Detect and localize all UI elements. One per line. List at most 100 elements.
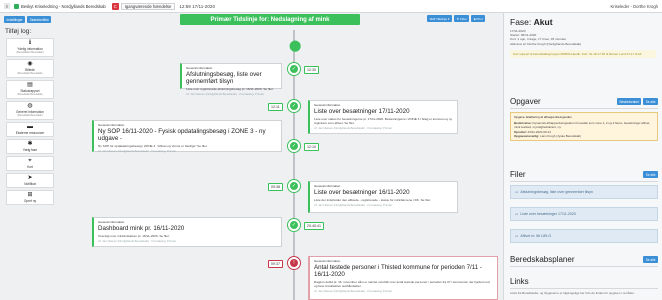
tool-label: Notifikat <box>24 182 36 186</box>
divider <box>510 108 658 109</box>
links-section: Links Links fra Beredskabs- og Opgaverne… <box>510 277 658 295</box>
timeline-entry[interactable]: General information Afslutningsbesøg, li… <box>180 63 282 96</box>
plans-see-all-button[interactable]: Se alle <box>643 256 658 263</box>
files-see-all-button[interactable]: Se alle <box>643 171 658 178</box>
filter-button[interactable]: ▼ Filter <box>453 15 470 22</box>
entry-time: 20:40:41 <box>304 222 324 230</box>
file-item[interactable]: ▭ Liste over besætninger 17/11-2020 <box>510 207 658 221</box>
timeline-node[interactable]: ✓ <box>288 63 300 75</box>
links-text: Links fra Beredskabs- og Opgaverne er ti… <box>510 291 635 295</box>
entry-body: Oversigt over minkindsatsen pr. 16/11-20… <box>98 234 170 238</box>
task-owner: Opgaveansvarlig: Liam Krogh (Jyske Bered… <box>514 133 582 138</box>
entry-meta: Af: Jan Nielsen (Nordjyllands Beredskab)… <box>98 239 177 244</box>
entry-category: General information <box>314 184 341 188</box>
tool-statusrapport[interactable]: ▤ Statusrapport (Beredskab Beredskab) <box>6 80 54 99</box>
entry-body: Liste over status for besætningerne pr. … <box>314 117 453 126</box>
tool-billede[interactable]: ◉ Billede (Beredskab Beredskab) <box>6 59 54 78</box>
tasks-message-button[interactable]: Beskedsraket <box>616 98 642 105</box>
tool-opret-ny[interactable]: ⊞ Opret ny <box>6 190 54 205</box>
entry-title: Liste over besætninger 16/11-2020 <box>314 189 410 196</box>
file-icon: ▭ <box>515 212 519 216</box>
tool-kort[interactable]: ⌖ Kort <box>6 156 54 171</box>
timeline-entry[interactable]: General information Liste over besætning… <box>308 100 458 134</box>
divider <box>510 181 658 182</box>
plans-section: Beredskabsplaner Se alle <box>510 255 658 267</box>
timeline-node[interactable]: ✓ <box>288 140 300 152</box>
tool-label: Kort <box>27 165 33 169</box>
timeline-node[interactable]: ✓ <box>288 100 300 112</box>
entry-title: Liste over besætninger 17/11-2020 <box>314 108 410 115</box>
entry-title: Dashboard mink pr. 16/11-2020 <box>98 225 185 232</box>
gear-icon: ✱ <box>27 141 33 147</box>
timeline-title: Primær Tidslinje for: Nedslagning af min… <box>180 14 360 25</box>
file-item[interactable]: ▭ Afslutningsbesøg, liste over gennemført… <box>510 185 658 199</box>
timeline-node[interactable]: ✓ <box>288 180 300 192</box>
timeline-node-alert[interactable]: ! <box>288 257 300 269</box>
current-time: 12:59 17/11-2020 <box>179 3 216 9</box>
template-filter-button[interactable]: Skabelonfiltre <box>27 16 52 23</box>
org-status-icon <box>14 3 19 9</box>
timeline-entry[interactable]: General information Dashboard mink pr. 1… <box>92 217 282 247</box>
divider <box>510 266 658 267</box>
incident-select[interactable]: Igangværende hændelse <box>120 2 176 10</box>
map-pin-icon: ⌖ <box>28 158 32 164</box>
files-title: Filer <box>510 170 526 179</box>
file-item[interactable]: ▭ Aflivet m: 56 L89-O <box>510 229 658 243</box>
entry-time: 09:38 <box>268 183 283 191</box>
timeline-start-pin-icon: ⬤ <box>289 40 302 52</box>
entry-title: Ny SOP 16/11-2020 - Fysisk opdatalingsbe… <box>98 128 266 142</box>
tool-vaelg-fase[interactable]: ✱ Vælg fase <box>6 139 54 154</box>
phase-info: 17/11-2020 Startet: 06/11-2020 Kort: 1 u… <box>510 29 656 46</box>
tasks-section: Opgaver Beskedsraket Se alle Opgave: Eta… <box>510 97 658 142</box>
task-title: Opgave: Etablering af afhappenbeingsuden <box>514 115 572 119</box>
task-card[interactable]: Opgave: Etablering af afhappenbeingsuden… <box>510 112 658 142</box>
entry-meta: Af: Jan Nielsen (Nordjyllands Beredskab)… <box>314 126 393 131</box>
tool-sub: (Beredskab Beredskab) <box>17 114 43 117</box>
truck-icon: ▬ <box>27 124 33 130</box>
timeline-toolbar: Skift Tidslinje ▾ ▼ Filter ■ Print <box>427 15 486 22</box>
entry-category: General information <box>314 103 341 107</box>
entry-body: Liste der indeholder den aflivede - regi… <box>314 198 431 202</box>
add-log-heading: Tilføj log: <box>5 28 32 35</box>
tool-ydelig-information[interactable]: ℹ Ydelig information (Beredskabet Bereds… <box>6 38 54 57</box>
left-panel: Indstillinger Skabelonfiltre Tilføj log:… <box>0 13 60 300</box>
print-button[interactable]: ■ Print <box>471 15 486 22</box>
tool-label: Eksterne ressourcer <box>15 131 45 135</box>
entry-meta: Af: Jan Nielsen (Nordjyllands Beredskab)… <box>314 203 393 208</box>
tasks-title: Opgaver <box>510 97 541 106</box>
tasks-see-all-button[interactable]: Se alle <box>643 98 658 105</box>
plus-icon: ⊞ <box>27 192 33 198</box>
tool-generel-information[interactable]: ◍ Generel information (Beredskab Beredsk… <box>6 101 54 120</box>
tool-sub: (Beredskab Beredskab) <box>17 72 43 75</box>
phase-label: Fase: <box>510 17 532 27</box>
timeline-entry[interactable]: General information Ny SOP 16/11-2020 - … <box>92 120 282 154</box>
org-name[interactable]: Beskyt Kriseledning - Nordjyllands Bered… <box>21 4 106 9</box>
files-section: Filer Se alle ▭ Afslutningsbesøg, liste o… <box>510 170 658 243</box>
entry-time: 12:11 <box>268 103 283 111</box>
plans-title: Beredskabsplaner <box>510 255 575 264</box>
links-title: Links <box>510 277 529 286</box>
phase-value: Akut <box>533 17 553 27</box>
timeline-entry[interactable]: General information Liste over besætning… <box>308 181 458 213</box>
switch-timeline-button[interactable]: Skift Tidslinje ▾ <box>427 15 452 22</box>
timeline-entry[interactable]: General information Antal testede person… <box>308 256 498 300</box>
hamburger-icon[interactable]: ≡ <box>4 3 10 9</box>
entry-meta: Af: Jan Nielsen (Nordjyllands Beredskab)… <box>98 149 177 154</box>
camera-icon: ◉ <box>27 61 33 67</box>
tool-notifikat[interactable]: ➤ Notifikat <box>6 173 54 188</box>
user-menu[interactable]: Kriseleder - Dorthe Krogh <box>611 4 658 9</box>
tool-eksterne-ressourcer[interactable]: ▬ Eksterne ressourcer <box>6 122 54 137</box>
incident-tag: C <box>111 2 119 10</box>
phase-info-line: Aktiveret af: Dorthe Krogh (Nordjyllands… <box>510 41 582 46</box>
settings-button[interactable]: Indstillinger <box>4 16 26 23</box>
entry-time: 12:30 <box>304 66 319 74</box>
right-panel: Fase: Akut 17/11-2020 Startet: 06/11-202… <box>503 13 662 300</box>
documents-icon: ▤ <box>27 82 33 88</box>
info-icon: ℹ <box>28 40 32 46</box>
tool-label: Opret ny <box>23 199 37 203</box>
entry-time: 12:10 <box>304 143 319 151</box>
entry-category: General information <box>314 259 341 263</box>
globe-icon: ◍ <box>27 103 33 109</box>
send-icon: ➤ <box>27 175 33 181</box>
timeline-node[interactable]: ✓ <box>288 219 300 231</box>
